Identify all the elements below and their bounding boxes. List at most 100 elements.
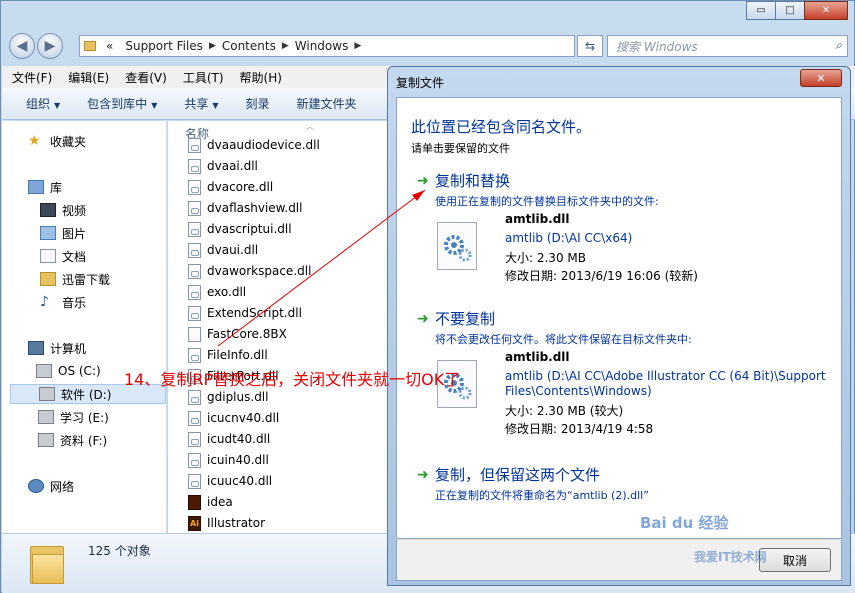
share-button[interactable]: 共享 ▼ [184, 95, 218, 112]
dll-file-icon [188, 221, 201, 237]
list-item[interactable]: dvaworkspace.dll [188, 261, 311, 281]
option-title: 复制和替换 [435, 172, 511, 190]
new-folder-button[interactable]: 新建文件夹 [297, 95, 357, 112]
dropdown-arrow-icon: ▼ [212, 101, 219, 110]
file-name: dvaai.dll [207, 159, 258, 173]
green-arrow-icon: ➜ [417, 311, 429, 327]
maximize-button[interactable]: □ [775, 1, 805, 20]
list-item[interactable]: icudt40.dll [188, 429, 270, 449]
dll-file-icon [188, 431, 201, 447]
search-input[interactable]: 搜索 Windows ⌕ [607, 35, 848, 57]
dll-file-icon [188, 452, 201, 468]
nav-videos[interactable]: 视频 [40, 200, 86, 220]
file-name: amtlib.dll [505, 350, 570, 364]
nav-documents[interactable]: 文档 [40, 246, 86, 266]
list-item[interactable]: dvascriptui.dll [188, 219, 292, 239]
breadcrumb-overflow[interactable]: « [106, 39, 113, 53]
illustrator-app-icon: Ai [188, 515, 201, 531]
copy-file-dialog: 复制文件 ✕ 此位置已经包含同名文件。 请单击要保留的文件 ➜ 复制和替换 使用… [387, 66, 851, 586]
nav-thunder-downloads[interactable]: 迅雷下载 [40, 269, 110, 289]
close-button[interactable]: ✕ [804, 1, 848, 20]
file-path: amtlib (D:\AI CC\Adobe Illustrator CC (6… [505, 369, 826, 383]
refresh-button[interactable]: ⇆ [577, 35, 603, 57]
breadcrumb-chevron-icon[interactable]: ▶ [282, 41, 289, 51]
drive-icon [39, 387, 55, 401]
dll-file-icon [188, 179, 201, 195]
breadcrumb-chevron-icon[interactable]: ▶ [354, 41, 361, 51]
arrow-right-icon: ▶ [44, 38, 56, 54]
list-item[interactable]: Ai Illustrator [188, 513, 265, 533]
forward-button[interactable]: ▶ [37, 33, 63, 59]
menu-edit[interactable]: 编辑(E) [68, 69, 109, 86]
idea-app-icon [188, 494, 201, 510]
green-arrow-icon: ➜ [417, 173, 429, 189]
watermark-subtext: 我爱IT技术网 [694, 550, 767, 564]
caption-buttons: ▭ □ ✕ [746, 1, 848, 20]
option-title: 不要复制 [435, 310, 496, 328]
arrow-left-icon: ◀ [16, 38, 28, 54]
list-item[interactable]: icucnv40.dll [188, 408, 279, 428]
breadcrumb-chevron-icon[interactable]: ▶ [209, 41, 216, 51]
list-item[interactable]: FastCore.8BX [188, 324, 287, 344]
list-item[interactable]: dvacore.dll [188, 177, 273, 197]
nav-music[interactable]: ♪ 音乐 [40, 292, 86, 312]
list-item[interactable]: dvaai.dll [188, 156, 258, 176]
dll-file-icon [188, 137, 201, 153]
nav-libraries[interactable]: 库 [28, 177, 62, 197]
menu-tools[interactable]: 工具(T) [183, 69, 224, 86]
address-bar[interactable]: « Support Files ▶ Contents ▶ Windows ▶ [79, 35, 575, 57]
nav-network[interactable]: 网络 [28, 476, 74, 496]
dialog-footer: 取消 [396, 539, 842, 581]
list-item[interactable]: gdiplus.dll [188, 387, 268, 407]
list-item[interactable]: exo.dll [188, 282, 246, 302]
nav-label: 软件 (D:) [61, 387, 112, 402]
nav-drive-f[interactable]: 资料 (F:) [38, 430, 107, 450]
refresh-icon: ⇆ [584, 39, 596, 53]
burn-button[interactable]: 刻录 [246, 95, 270, 112]
menu-view[interactable]: 查看(V) [125, 69, 167, 86]
file-icon [188, 326, 201, 342]
breadcrumb-support-files[interactable]: Support Files [125, 39, 203, 53]
file-name: amtlib.dll [505, 212, 570, 226]
watermark-text: Bai du 经验 [640, 514, 729, 532]
nav-label: 计算机 [50, 341, 87, 356]
dll-file-icon [188, 473, 201, 489]
list-item[interactable]: FileInfo.dll [188, 345, 268, 365]
nav-favorites[interactable]: ★ 收藏夹 [28, 131, 86, 151]
menu-help[interactable]: 帮助(H) [240, 69, 282, 86]
nav-label: 资料 (F:) [60, 433, 108, 448]
file-name: FileInfo.dll [207, 348, 268, 362]
file-path-continued: Files\Contents\Windows) [505, 384, 652, 398]
include-in-library-button[interactable]: 包含到库中 ▼ [87, 95, 157, 112]
conflict-subheading: 请单击要保留的文件 [411, 142, 510, 155]
file-size: 大小: 2.30 MB (较大) [505, 404, 624, 418]
dialog-close-button[interactable]: ✕ [800, 69, 842, 87]
document-icon [40, 249, 56, 263]
menu-file[interactable]: 文件(F) [12, 69, 52, 86]
back-button[interactable]: ◀ [9, 33, 35, 59]
list-item[interactable]: ExtendScript.dll [188, 303, 302, 323]
list-item[interactable]: dvaui.dll [188, 240, 258, 260]
breadcrumb-windows[interactable]: Windows [295, 39, 349, 53]
list-item[interactable]: dvaflashview.dll [188, 198, 302, 218]
file-name: ExtendScript.dll [207, 306, 302, 320]
list-item[interactable]: idea [188, 492, 233, 512]
list-item[interactable]: icuuc40.dll [188, 471, 272, 491]
file-name: gdiplus.dll [207, 390, 269, 404]
list-item[interactable]: dvaaudiodevice.dll [188, 135, 320, 155]
file-name: FastCore.8BX [207, 327, 287, 341]
list-item[interactable]: icuin40.dll [188, 450, 269, 470]
minimize-button[interactable]: ▭ [746, 1, 776, 20]
nav-label: 收藏夹 [50, 134, 87, 149]
breadcrumb-contents[interactable]: Contents [222, 39, 276, 53]
nav-drive-c[interactable]: OS (C:) [36, 361, 101, 381]
nav-computer[interactable]: 计算机 [28, 338, 86, 358]
search-icon[interactable]: ⌕ [835, 38, 842, 53]
dll-file-icon [188, 284, 201, 300]
organize-button[interactable]: 组织 ▼ [26, 95, 60, 112]
nav-label: 音乐 [62, 295, 87, 310]
drive-icon [38, 433, 54, 447]
cancel-button[interactable]: 取消 [759, 548, 831, 572]
nav-drive-e[interactable]: 学习 (E:) [38, 407, 109, 427]
nav-pictures[interactable]: 图片 [40, 223, 86, 243]
